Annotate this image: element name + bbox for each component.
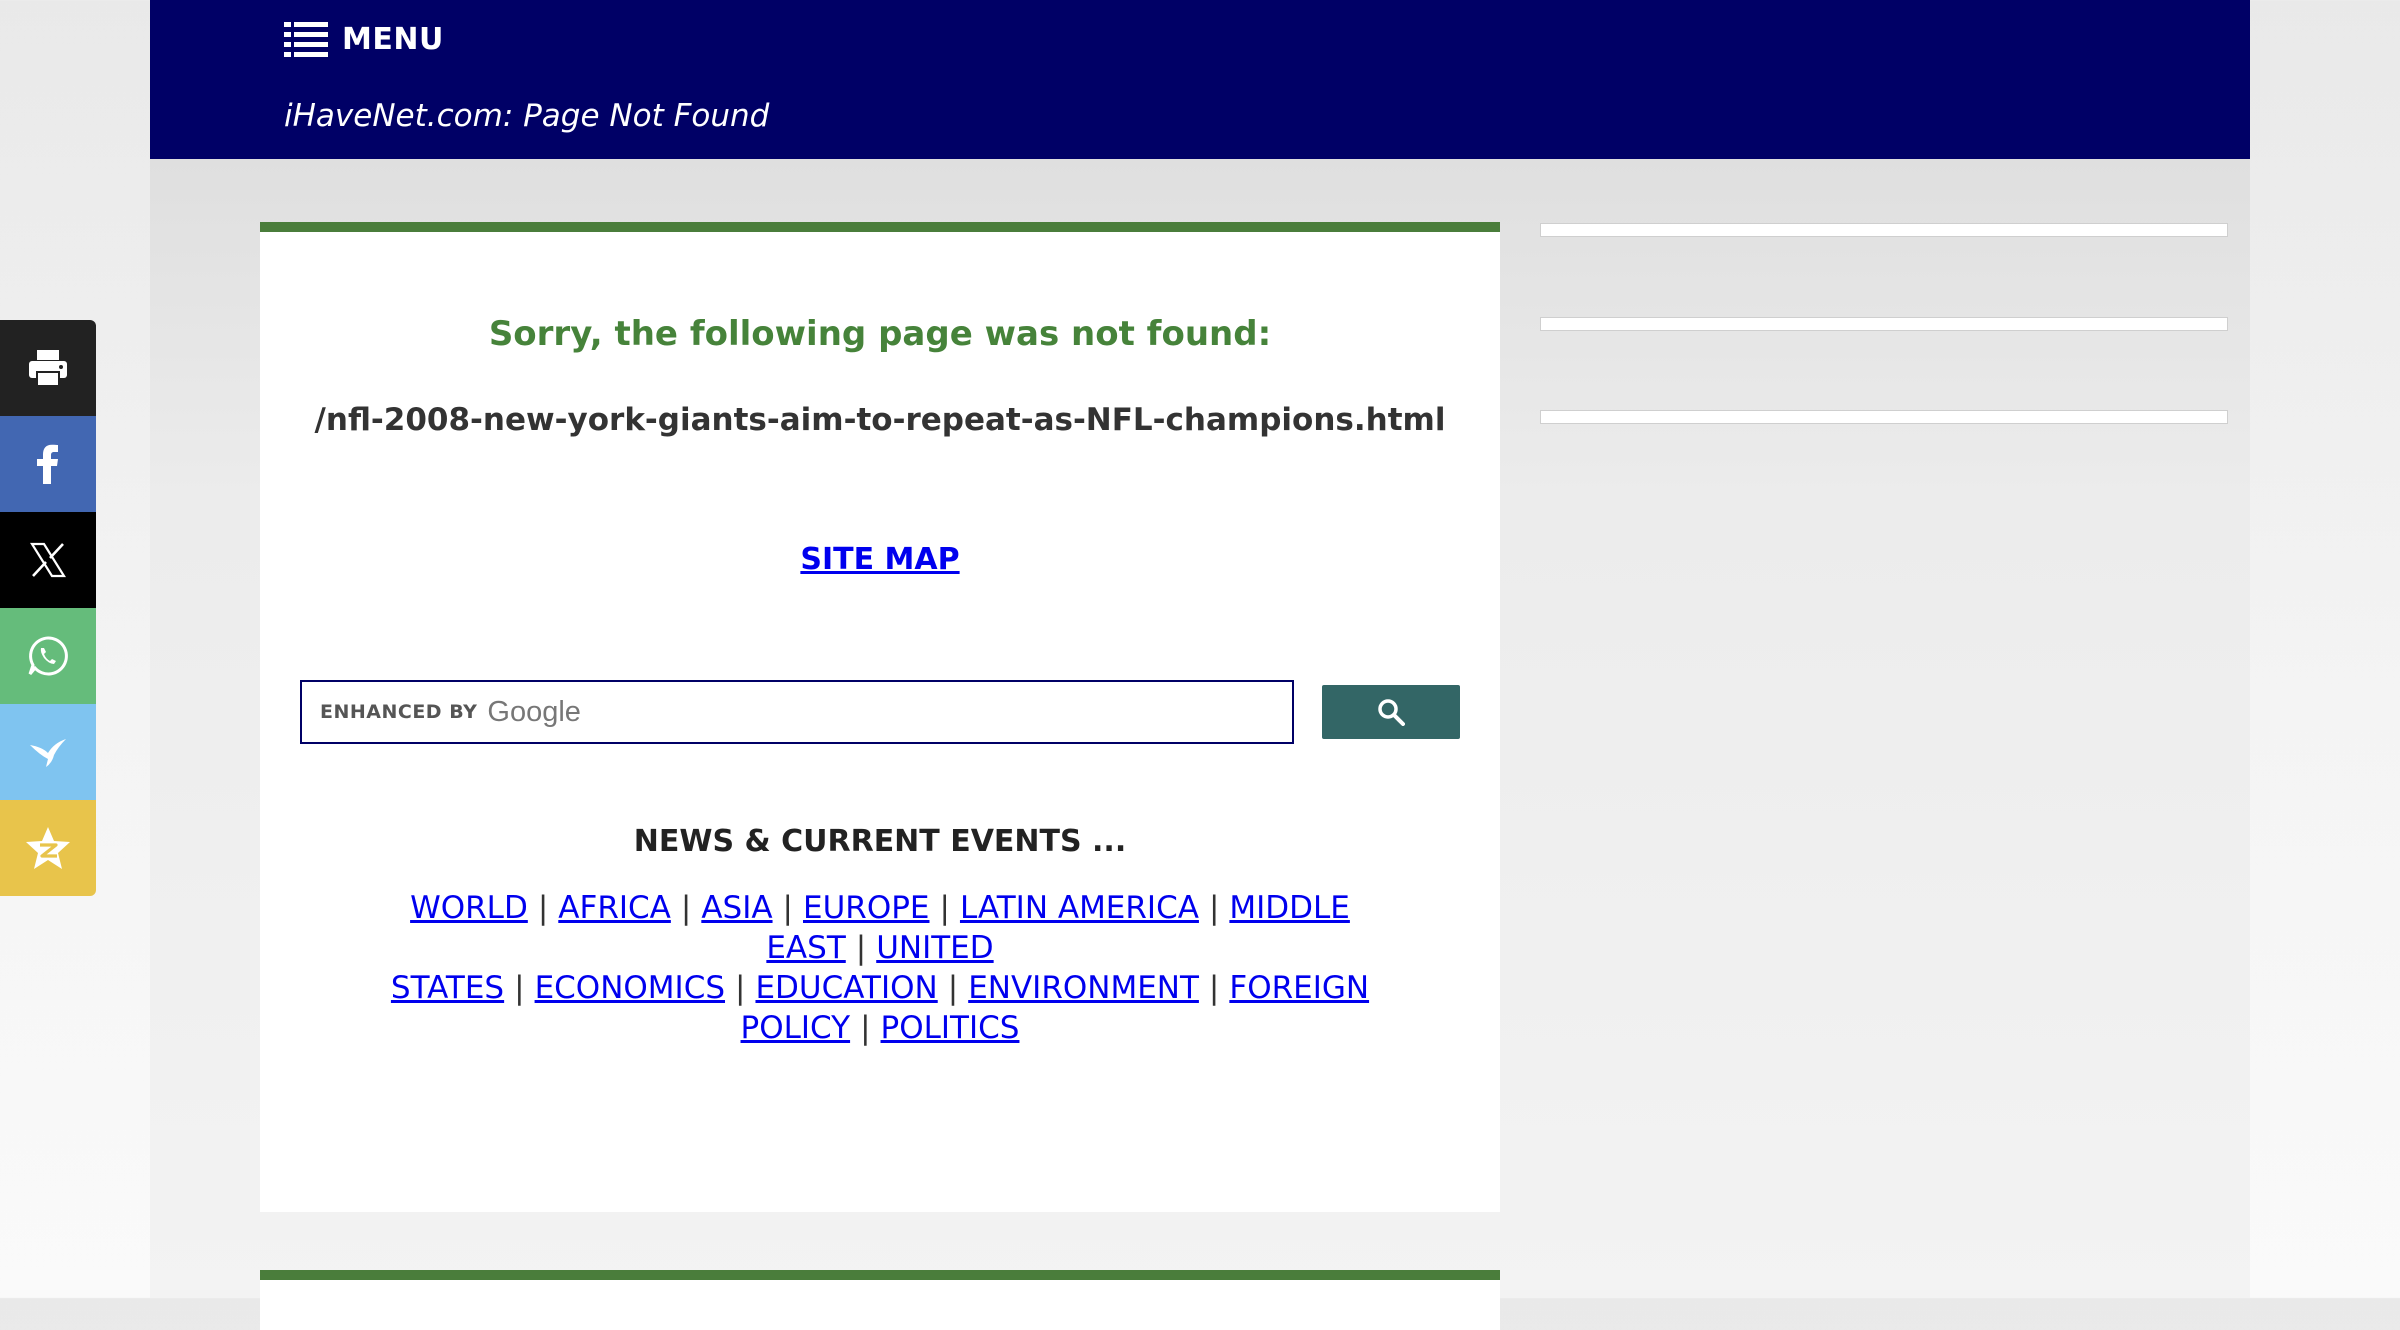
link-separator: | bbox=[514, 970, 525, 1006]
sidebar-widget bbox=[1540, 223, 2228, 237]
sidebar-widget bbox=[1540, 410, 2228, 424]
share-facebook-button[interactable] bbox=[0, 416, 96, 512]
link-separator: | bbox=[947, 970, 959, 1006]
share-qzone-button[interactable] bbox=[0, 800, 96, 896]
news-link-education[interactable]: EDUCATION bbox=[755, 970, 937, 1006]
share-hummingbird-button[interactable] bbox=[0, 704, 96, 800]
news-link-latin-america[interactable]: LATIN AMERICA bbox=[960, 890, 1199, 926]
whatsapp-icon bbox=[28, 636, 68, 676]
not-found-heading: Sorry, the following page was not found: bbox=[488, 314, 1272, 354]
not-found-panel: Sorry, the following page was not found:… bbox=[260, 222, 1500, 1212]
link-separator: | bbox=[680, 890, 692, 926]
search-icon bbox=[1378, 699, 1405, 726]
news-category-links: WORLD | AFRICA | ASIA | EUROPE | LATIN AMERICA | M… bbox=[330, 888, 1430, 1048]
news-link-europe[interactable]: EUROPE bbox=[803, 890, 930, 926]
share-whatsapp-button[interactable] bbox=[0, 608, 96, 704]
link-separator: | bbox=[735, 970, 746, 1006]
site-header: MENU iHaveNet.com: Page Not Found bbox=[150, 0, 2250, 159]
social-share-bar bbox=[0, 320, 96, 896]
menu-button[interactable]: MENU bbox=[284, 16, 444, 62]
news-link-world[interactable]: WORLD bbox=[410, 890, 528, 926]
sitemap-link[interactable]: SITE MAP bbox=[800, 542, 959, 577]
search-input[interactable] bbox=[590, 681, 1292, 743]
link-separator: | bbox=[1208, 890, 1220, 926]
x-icon bbox=[30, 542, 66, 578]
page-title: iHaveNet.com: Page Not Found bbox=[284, 98, 770, 134]
list-menu-icon bbox=[284, 22, 328, 57]
missing-page-path: /nfl-2008-new-york-giants-aim-to-repeat-… bbox=[314, 402, 1446, 438]
facebook-icon bbox=[37, 444, 58, 484]
news-link-politics[interactable]: POLITICS bbox=[881, 1010, 1020, 1046]
sitemap-container: SITE MAP bbox=[260, 542, 1500, 577]
link-separator: | bbox=[782, 890, 793, 926]
news-link-environment[interactable]: ENVIRONMENT bbox=[968, 970, 1199, 1006]
news-link-africa[interactable]: AFRICA bbox=[558, 890, 671, 926]
link-separator: | bbox=[537, 890, 549, 926]
news-heading: NEWS & CURRENT EVENTS ... bbox=[633, 824, 1127, 859]
link-separator: | bbox=[855, 930, 867, 966]
link-separator: | bbox=[1208, 970, 1220, 1006]
print-icon bbox=[29, 350, 67, 387]
share-x-button[interactable] bbox=[0, 512, 96, 608]
news-link-asia[interactable]: ASIA bbox=[701, 890, 772, 926]
hummingbird-icon bbox=[30, 739, 66, 767]
google-logo-text: Google bbox=[487, 695, 581, 728]
news-link-economics[interactable]: ECONOMICS bbox=[535, 970, 725, 1006]
site-wrapper: MENU iHaveNet.com: Page Not Found Sorry,… bbox=[150, 0, 2250, 1330]
link-separator: | bbox=[939, 890, 950, 926]
link-separator: | bbox=[860, 1010, 871, 1046]
share-print-button[interactable] bbox=[0, 320, 96, 416]
search-button[interactable] bbox=[1322, 685, 1460, 739]
secondary-panel bbox=[260, 1270, 1500, 1330]
menu-label: MENU bbox=[342, 21, 444, 57]
enhanced-by-label: ENHANCED BY bbox=[320, 701, 478, 723]
sidebar-widget bbox=[1540, 317, 2228, 331]
search-field[interactable]: ENHANCED BY Google bbox=[300, 680, 1294, 744]
qzone-icon bbox=[26, 827, 70, 869]
